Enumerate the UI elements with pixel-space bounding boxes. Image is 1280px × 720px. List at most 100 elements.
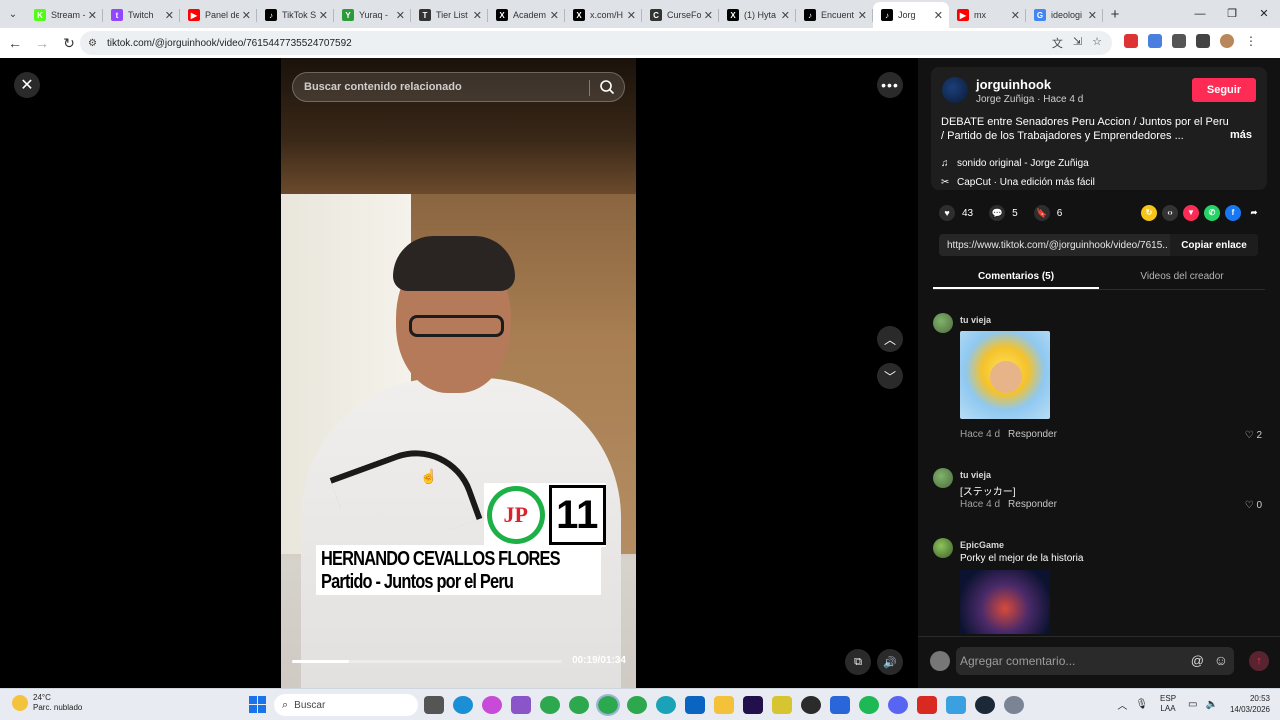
browser-tab[interactable]: ♪ Jorg ✕ bbox=[873, 2, 949, 28]
chrome-active-app-icon[interactable] bbox=[596, 694, 620, 716]
chrome-profile2-app-icon[interactable] bbox=[627, 696, 647, 714]
follow-button[interactable]: Seguir bbox=[1192, 78, 1256, 102]
floating-player-icon[interactable]: ⧉ bbox=[845, 649, 871, 675]
folder-app-icon[interactable] bbox=[714, 696, 734, 714]
notepad-app-icon[interactable] bbox=[946, 696, 966, 714]
language-indicator[interactable]: ESP LAA bbox=[1160, 694, 1176, 714]
microphone-icon[interactable]: 🎙 bbox=[1135, 699, 1148, 710]
comment-sticker-image[interactable] bbox=[960, 331, 1050, 419]
more-options-icon[interactable]: ••• bbox=[877, 72, 903, 98]
volume-icon[interactable]: 🔊 bbox=[877, 649, 903, 675]
copilot-app-icon[interactable] bbox=[482, 696, 502, 714]
settings-app-icon[interactable] bbox=[1004, 696, 1024, 714]
tab-close-icon[interactable]: ✕ bbox=[934, 9, 943, 22]
tab-close-icon[interactable]: ✕ bbox=[550, 9, 559, 22]
chevron-up-icon[interactable]: ︿ bbox=[1117, 697, 1127, 712]
chrome-menu-icon[interactable]: ⋮ bbox=[1244, 34, 1258, 48]
extensions-puzzle-icon[interactable] bbox=[1172, 34, 1186, 48]
discord-app-icon[interactable] bbox=[888, 696, 908, 714]
tab-close-icon[interactable]: ✕ bbox=[473, 9, 482, 22]
acrobat-app-icon[interactable] bbox=[917, 696, 937, 714]
browser-tab[interactable]: X Academ ✕ bbox=[488, 2, 565, 28]
browser-tab[interactable]: K Stream - ✕ bbox=[26, 2, 103, 28]
file-explorer-app-icon[interactable] bbox=[424, 696, 444, 714]
tab-close-icon[interactable]: ✕ bbox=[704, 9, 713, 22]
translate-extension-icon[interactable] bbox=[1148, 34, 1162, 48]
address-bar[interactable]: ⚙ tiktok.com/@jorguinhook/video/76154477… bbox=[80, 31, 1112, 55]
tab-close-icon[interactable]: ✕ bbox=[88, 9, 97, 22]
restore-icon[interactable]: ❐ bbox=[1216, 0, 1248, 28]
minimize-icon[interactable]: — bbox=[1184, 0, 1216, 28]
reply-button[interactable]: Responder bbox=[1008, 499, 1057, 510]
forward-icon[interactable]: → bbox=[30, 35, 54, 51]
edge-dev-app-icon[interactable] bbox=[656, 696, 676, 714]
whatsapp-icon[interactable]: ✆ bbox=[1204, 205, 1220, 221]
snipping-tool-app-icon[interactable] bbox=[511, 696, 531, 714]
tab-comments[interactable]: Comentarios (5) bbox=[933, 266, 1099, 289]
start-menu-icon[interactable] bbox=[249, 696, 266, 713]
related-search-input[interactable] bbox=[304, 81, 584, 93]
sound-row[interactable]: ♫ sonido original - Jorge Zuñiga bbox=[941, 158, 1089, 169]
install-icon[interactable]: ⇲ bbox=[1073, 35, 1082, 51]
profile-avatar[interactable] bbox=[1220, 34, 1234, 48]
comment-button[interactable]: 💬 5 bbox=[989, 205, 1018, 221]
tab-close-icon[interactable]: ✕ bbox=[165, 9, 174, 22]
browser-tab[interactable]: C CurseFo ✕ bbox=[642, 2, 719, 28]
tab-close-icon[interactable]: ✕ bbox=[781, 9, 790, 22]
tab-close-icon[interactable]: ✕ bbox=[1011, 9, 1020, 22]
browser-tab[interactable]: ♪ TikTok S ✕ bbox=[257, 2, 334, 28]
chrome-profile-app-icon[interactable] bbox=[569, 696, 589, 714]
emoji-icon[interactable]: ☺ bbox=[1214, 652, 1228, 668]
browser-tab[interactable]: X (1) Hyta ✕ bbox=[719, 2, 796, 28]
commenter-avatar[interactable] bbox=[933, 313, 953, 333]
bookmark-star-icon[interactable]: ☆ bbox=[1092, 35, 1102, 51]
reload-icon[interactable]: ↻ bbox=[57, 35, 81, 52]
vpn-app-icon[interactable] bbox=[830, 696, 850, 714]
speaker-icon[interactable]: 🔈 bbox=[1206, 699, 1218, 710]
commenter-name[interactable]: EpicGame bbox=[960, 540, 1004, 550]
weather-widget[interactable]: 24°C Parc. nublado bbox=[12, 693, 82, 713]
reply-button[interactable]: Responder bbox=[1008, 429, 1057, 440]
tab-creator-videos[interactable]: Videos del creador bbox=[1099, 266, 1265, 289]
share-arrow-icon[interactable]: ➦ bbox=[1246, 205, 1262, 221]
facebook-icon[interactable]: f bbox=[1225, 205, 1241, 221]
copy-link-button[interactable]: Copiar enlace bbox=[1170, 234, 1258, 256]
embed-icon[interactable]: ‹› bbox=[1162, 205, 1178, 221]
spotify-app-icon[interactable] bbox=[859, 696, 879, 714]
previous-video-button[interactable]: ︿ bbox=[877, 326, 903, 352]
mention-icon[interactable]: @ bbox=[1191, 653, 1204, 668]
creator-username[interactable]: jorguinhook bbox=[976, 77, 1051, 92]
browser-tab[interactable]: ♪ Encuent ✕ bbox=[796, 2, 873, 28]
comment-input[interactable] bbox=[960, 654, 1190, 668]
steam-app-icon[interactable] bbox=[975, 696, 995, 714]
sticky-notes-app-icon[interactable] bbox=[772, 696, 792, 714]
chrome-app-icon[interactable] bbox=[540, 696, 560, 714]
clock[interactable]: 20:53 14/03/2026 bbox=[1230, 693, 1270, 715]
site-info-icon[interactable]: ⚙ bbox=[88, 38, 97, 49]
tab-close-icon[interactable]: ✕ bbox=[1088, 9, 1097, 22]
capcut-row[interactable]: ✂ CapCut · Una edición más fácil bbox=[941, 177, 1095, 188]
send-comment-button[interactable]: ↑ bbox=[1249, 651, 1269, 671]
edge-app-icon[interactable] bbox=[453, 696, 473, 714]
description-more-link[interactable]: más bbox=[1230, 129, 1252, 141]
extension-icon[interactable] bbox=[1124, 34, 1138, 48]
comment-image[interactable] bbox=[960, 570, 1050, 634]
browser-tab[interactable]: t Twitch ✕ bbox=[103, 2, 180, 28]
search-icon[interactable] bbox=[599, 79, 615, 95]
tab-search-icon[interactable]: ⌄ bbox=[0, 0, 26, 28]
creator-avatar[interactable] bbox=[942, 77, 968, 103]
commenter-avatar[interactable] bbox=[933, 468, 953, 488]
premiere-app-icon[interactable] bbox=[743, 696, 763, 714]
browser-tab[interactable]: Xx.com/H ✕ bbox=[565, 2, 642, 28]
tab-close-icon[interactable]: ✕ bbox=[396, 9, 405, 22]
close-window-icon[interactable]: ✕ bbox=[1248, 0, 1280, 28]
comment-like[interactable]: ♡ 0 bbox=[1245, 500, 1262, 511]
comment-input-box[interactable]: @ ☺ bbox=[956, 647, 1234, 675]
media-control-icon[interactable] bbox=[1196, 34, 1210, 48]
taskbar-search[interactable]: ⌕ Buscar bbox=[274, 694, 418, 716]
new-tab-button[interactable]: + bbox=[1103, 6, 1127, 23]
share-link-url[interactable]: https://www.tiktok.com/@jorguinhook/vide… bbox=[939, 240, 1167, 251]
close-icon[interactable]: ✕ bbox=[14, 72, 40, 98]
repost-icon[interactable]: ↻ bbox=[1141, 205, 1157, 221]
commenter-name[interactable]: tu vieja bbox=[960, 470, 991, 480]
